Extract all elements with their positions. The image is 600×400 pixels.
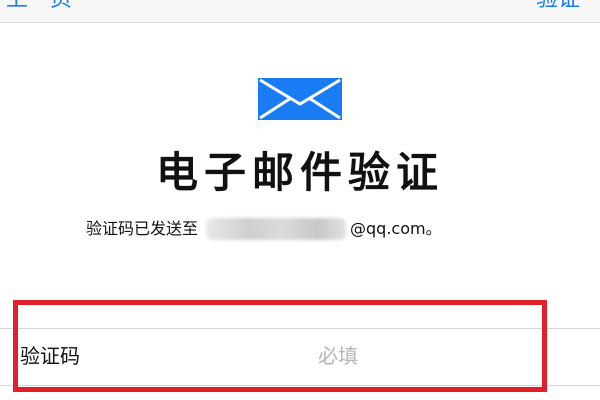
redacted-email [206, 218, 347, 240]
email-suffix: @qq.com。 [350, 219, 442, 238]
mail-icon [258, 78, 342, 120]
verify-button[interactable]: 验证 [536, 0, 580, 14]
highlight-annotation-box [13, 300, 547, 392]
back-button[interactable]: 上一页 [6, 0, 72, 14]
sent-notice-prefix: 验证码已发送至 [86, 219, 199, 238]
page-title: 电子邮件验证 [155, 148, 444, 197]
navigation-bar: 上一页 验证 [0, 0, 600, 23]
sent-notice: 验证码已发送至 @qq.com。 [86, 216, 442, 242]
